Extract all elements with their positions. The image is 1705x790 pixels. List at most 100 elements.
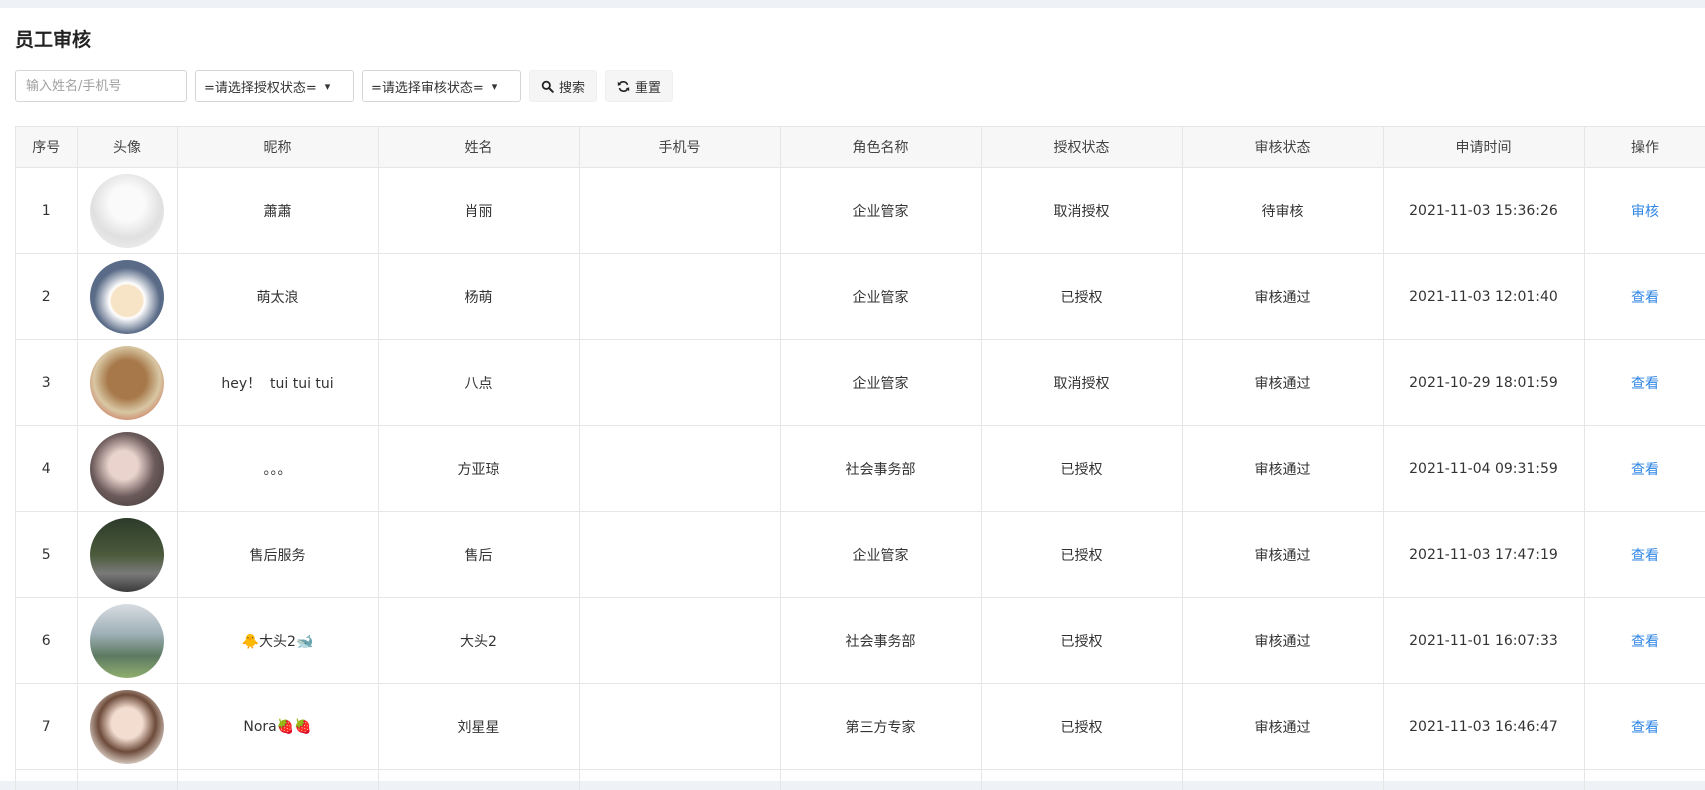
chevron-down-icon: ▾: [325, 80, 331, 93]
row-index: 7: [16, 684, 77, 770]
row-apply-time: 2021-11-01 16:07:33: [1383, 598, 1584, 684]
table-row: 6 🐥大头2🐋 大头2 社会事务部 已授权 审核通过 2021-11-01 16…: [16, 598, 1705, 684]
avatar: [90, 518, 164, 592]
column-header: 序号: [16, 127, 77, 168]
row-auth-status: 已授权: [981, 254, 1182, 340]
view-link[interactable]: 查看: [1631, 548, 1659, 564]
column-header: 申请时间: [1383, 127, 1584, 168]
row-apply-time: 2021-11-03 15:36:26: [1383, 168, 1584, 254]
review-link[interactable]: 审核: [1631, 204, 1659, 220]
row-index: 1: [16, 168, 77, 254]
row-name: 大头2: [378, 598, 579, 684]
row-role: 企业管家: [780, 168, 981, 254]
row-phone: [579, 340, 780, 426]
row-name: 肖丽: [378, 168, 579, 254]
auth-status-select-label: =请选择授权状态=: [204, 77, 317, 96]
row-role: 企业管家: [780, 340, 981, 426]
row-auth-status: 已授权: [981, 426, 1182, 512]
row-role: 第三方专家: [780, 684, 981, 770]
avatar: [90, 346, 164, 420]
view-link[interactable]: 查看: [1631, 634, 1659, 650]
row-index: 3: [16, 340, 77, 426]
row-nickname: 🐥大头2🐋: [177, 598, 378, 684]
row-nickname: Nora🍓🍓: [177, 684, 378, 770]
avatar: [90, 174, 164, 248]
row-review-status: 审核通过: [1182, 426, 1383, 512]
row-review-status: 审核通过: [1182, 512, 1383, 598]
row-phone: [579, 684, 780, 770]
table-header-row: 序号 头像 昵称 姓名 手机号 角色名称 授权状态 审核状态 申请时间 操作: [16, 127, 1705, 168]
row-name: 售后: [378, 512, 579, 598]
view-link[interactable]: 查看: [1631, 376, 1659, 392]
search-button-label: 搜索: [559, 77, 585, 96]
table-row: 2 萌太浪 杨萌 企业管家 已授权 审核通过 2021-11-03 12:01:…: [16, 254, 1705, 340]
row-phone: [579, 512, 780, 598]
row-nickname: 萌太浪: [177, 254, 378, 340]
search-icon: [541, 80, 554, 93]
column-header: 审核状态: [1182, 127, 1383, 168]
avatar: [90, 432, 164, 506]
row-name: 刘星星: [378, 684, 579, 770]
row-apply-time: 2021-11-03 16:46:47: [1383, 684, 1584, 770]
avatar: [90, 260, 164, 334]
view-link[interactable]: 查看: [1631, 462, 1659, 478]
row-role: 企业管家: [780, 254, 981, 340]
row-nickname: 。。。: [177, 426, 378, 512]
table-row: 1 蕭蕭 肖丽 企业管家 取消授权 待审核 2021-11-03 15:36:2…: [16, 168, 1705, 254]
table-row: 3 hey！ tui tui tui 八点 企业管家 取消授权 审核通过 202…: [16, 340, 1705, 426]
row-nickname: hey！ tui tui tui: [177, 340, 378, 426]
table-row-partial: [16, 770, 1705, 790]
row-auth-status: 已授权: [981, 512, 1182, 598]
table-row: 4 。。。 方亚琼 社会事务部 已授权 审核通过 2021-11-04 09:3…: [16, 426, 1705, 512]
column-header: 昵称: [177, 127, 378, 168]
row-index: 2: [16, 254, 77, 340]
staff-table: 序号 头像 昵称 姓名 手机号 角色名称 授权状态 审核状态 申请时间 操作 1: [15, 126, 1705, 790]
avatar: [90, 690, 164, 764]
search-button[interactable]: 搜索: [529, 70, 597, 102]
reset-button[interactable]: 重置: [605, 70, 673, 102]
row-auth-status: 已授权: [981, 598, 1182, 684]
row-index: 4: [16, 426, 77, 512]
row-review-status: 待审核: [1182, 168, 1383, 254]
row-name: 杨萌: [378, 254, 579, 340]
row-role: 社会事务部: [780, 598, 981, 684]
row-phone: [579, 168, 780, 254]
row-auth-status: 取消授权: [981, 168, 1182, 254]
row-index: 6: [16, 598, 77, 684]
auth-status-select[interactable]: =请选择授权状态= ▾: [195, 70, 354, 102]
row-name: 八点: [378, 340, 579, 426]
row-review-status: 审核通过: [1182, 340, 1383, 426]
row-nickname: 蕭蕭: [177, 168, 378, 254]
row-phone: [579, 254, 780, 340]
filter-toolbar: =请选择授权状态= ▾ =请选择审核状态= ▾ 搜索 重置: [15, 70, 673, 102]
column-header: 操作: [1584, 127, 1705, 168]
column-header: 手机号: [579, 127, 780, 168]
row-phone: [579, 598, 780, 684]
avatar: [90, 604, 164, 678]
column-header: 角色名称: [780, 127, 981, 168]
refresh-icon: [617, 80, 630, 93]
review-status-select[interactable]: =请选择审核状态= ▾: [362, 70, 521, 102]
column-header: 授权状态: [981, 127, 1182, 168]
table-row: 5 售后服务 售后 企业管家 已授权 审核通过 2021-11-03 17:47…: [16, 512, 1705, 598]
row-role: 企业管家: [780, 512, 981, 598]
main-panel: 员工审核 =请选择授权状态= ▾ =请选择审核状态= ▾ 搜索 重置: [0, 8, 1705, 781]
row-apply-time: 2021-11-03 17:47:19: [1383, 512, 1584, 598]
row-apply-time: 2021-10-29 18:01:59: [1383, 340, 1584, 426]
table-row: 7 Nora🍓🍓 刘星星 第三方专家 已授权 审核通过 2021-11-03 1…: [16, 684, 1705, 770]
row-review-status: 审核通过: [1182, 598, 1383, 684]
row-role: 社会事务部: [780, 426, 981, 512]
column-header: 头像: [77, 127, 177, 168]
row-review-status: 审核通过: [1182, 254, 1383, 340]
row-review-status: 审核通过: [1182, 684, 1383, 770]
row-apply-time: 2021-11-04 09:31:59: [1383, 426, 1584, 512]
row-auth-status: 取消授权: [981, 340, 1182, 426]
row-index: 5: [16, 512, 77, 598]
page-title: 员工审核: [15, 25, 91, 52]
search-input[interactable]: [15, 70, 187, 102]
view-link[interactable]: 查看: [1631, 720, 1659, 736]
row-phone: [579, 426, 780, 512]
row-auth-status: 已授权: [981, 684, 1182, 770]
view-link[interactable]: 查看: [1631, 290, 1659, 306]
column-header: 姓名: [378, 127, 579, 168]
